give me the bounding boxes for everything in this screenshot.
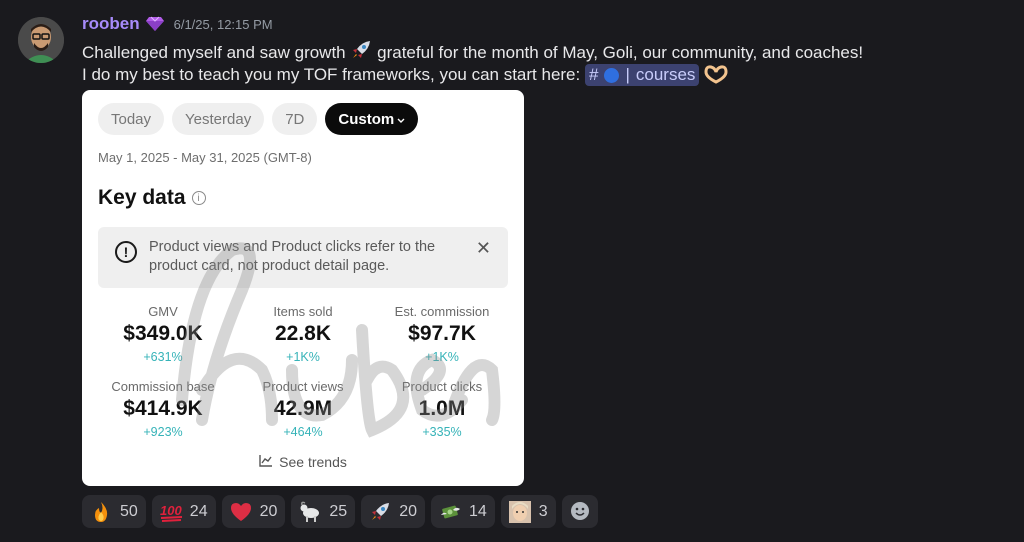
metric-change: +923% <box>143 425 183 439</box>
metric-items-sold: Items sold 22.8K +1K% <box>238 304 368 364</box>
metric-change: +335% <box>422 425 462 439</box>
rocket-icon <box>369 501 391 523</box>
message-text-part: I do my best to teach you my TOF framewo… <box>82 65 581 84</box>
reaction-count: 3 <box>538 502 548 520</box>
metric-change: +464% <box>283 425 323 439</box>
info-icon[interactable]: i <box>191 191 206 205</box>
reaction-money[interactable]: 14 <box>430 495 495 528</box>
reaction-count: 24 <box>189 502 208 520</box>
reaction-bar: 50 100 24 20 25 20 14 3 <box>82 495 598 528</box>
channel-mention[interactable]: # | courses <box>584 64 700 86</box>
message-line-2: I do my best to teach you my TOF framewo… <box>82 64 728 86</box>
reaction-hundred[interactable]: 100 24 <box>151 495 216 528</box>
heart-hands-icon <box>704 64 728 86</box>
add-reaction-button[interactable] <box>561 495 598 528</box>
message-timestamp: 6/1/25, 12:15 PM <box>173 16 273 32</box>
money-with-wings-icon <box>439 501 461 523</box>
metric-label: Product views <box>262 379 344 394</box>
custom-face-emoji-icon <box>508 500 531 523</box>
metric-value: 42.9M <box>273 397 333 420</box>
metric-label: GMV <box>148 304 178 319</box>
reaction-rocket[interactable]: 20 <box>361 495 425 528</box>
notice-text: Product views and Product clicks refer t… <box>149 239 436 274</box>
reaction-heart[interactable]: 20 <box>221 495 286 528</box>
tab-7d[interactable]: 7D <box>272 103 318 135</box>
rocket-icon <box>350 39 372 61</box>
message-text-part: grateful for the month of May, Goli, our… <box>377 43 864 62</box>
metric-value: $97.7K <box>408 322 476 345</box>
date-range: May 1, 2025 - May 31, 2025 (GMT-8) <box>98 150 312 165</box>
reaction-count: 20 <box>259 502 278 520</box>
metric-change: +1K% <box>286 350 320 364</box>
metric-value: 1.0M <box>418 397 466 420</box>
message-line-1: Challenged myself and saw growth gratefu… <box>82 39 863 63</box>
channel-name: courses <box>635 65 696 84</box>
hundred-points-icon: 100 <box>160 501 182 523</box>
metric-value: 22.8K <box>274 322 332 345</box>
gem-icon <box>145 16 164 32</box>
exclamation-circle-icon: ! <box>115 241 137 263</box>
message-header: rooben 6/1/25, 12:15 PM <box>82 14 273 34</box>
goat-icon <box>299 501 321 523</box>
svg-text:100: 100 <box>160 503 182 518</box>
author-avatar[interactable] <box>18 17 64 63</box>
fire-icon <box>90 501 112 523</box>
metric-change: +631% <box>143 350 183 364</box>
tab-today[interactable]: Today <box>98 103 165 135</box>
reaction-fire[interactable]: 50 <box>82 495 146 528</box>
reaction-custom-face[interactable]: 3 <box>500 495 556 528</box>
channel-separator: | <box>625 65 630 84</box>
smiley-icon <box>570 501 590 523</box>
trend-chart-icon <box>259 454 273 470</box>
section-title: Key data i <box>98 186 206 210</box>
tab-custom-label: Custom <box>338 110 395 128</box>
author-name[interactable]: rooben <box>82 14 140 34</box>
metric-value: $349.0K <box>123 322 203 345</box>
blue-circle-icon <box>604 67 620 83</box>
reaction-count: 25 <box>329 502 348 520</box>
date-tabs: Today Yesterday 7D Custom <box>98 103 419 135</box>
tab-yesterday[interactable]: Yesterday <box>172 103 265 135</box>
metric-label: Commission base <box>111 379 215 394</box>
reaction-count: 20 <box>399 502 417 520</box>
metric-label: Items sold <box>273 304 333 319</box>
reaction-count: 50 <box>120 502 138 520</box>
metric-change: +1K% <box>425 350 459 364</box>
metric-product-clicks: Product clicks 1.0M +335% <box>377 379 507 439</box>
see-trends-link[interactable]: See trends <box>82 454 524 470</box>
info-notice: ! Product views and Product clicks refer… <box>98 227 508 288</box>
tab-custom[interactable]: Custom <box>325 103 419 135</box>
see-trends-label: See trends <box>279 454 347 470</box>
reaction-count: 14 <box>468 502 487 520</box>
close-icon[interactable]: ✕ <box>476 238 491 259</box>
metric-est-commission: Est. commission $97.7K +1K% <box>377 304 507 364</box>
red-heart-icon <box>230 501 252 523</box>
metric-label: Product clicks <box>401 379 483 394</box>
reaction-goat[interactable]: 25 <box>291 495 356 528</box>
metric-commission-base: Commission base $414.9K +923% <box>98 379 228 439</box>
message-text-part: Challenged myself and saw growth <box>82 43 346 62</box>
channel-hash-icon: # <box>588 65 599 84</box>
metric-product-views: Product views 42.9M +464% <box>238 379 368 439</box>
embedded-analytics-image[interactable]: Today Yesterday 7D Custom May 1, 2025 - … <box>82 90 524 486</box>
metric-label: Est. commission <box>394 304 490 319</box>
chevron-down-icon <box>397 111 405 128</box>
metric-gmv: GMV $349.0K +631% <box>98 304 228 364</box>
section-title-text: Key data <box>98 186 186 209</box>
metric-value: $414.9K <box>123 397 203 420</box>
